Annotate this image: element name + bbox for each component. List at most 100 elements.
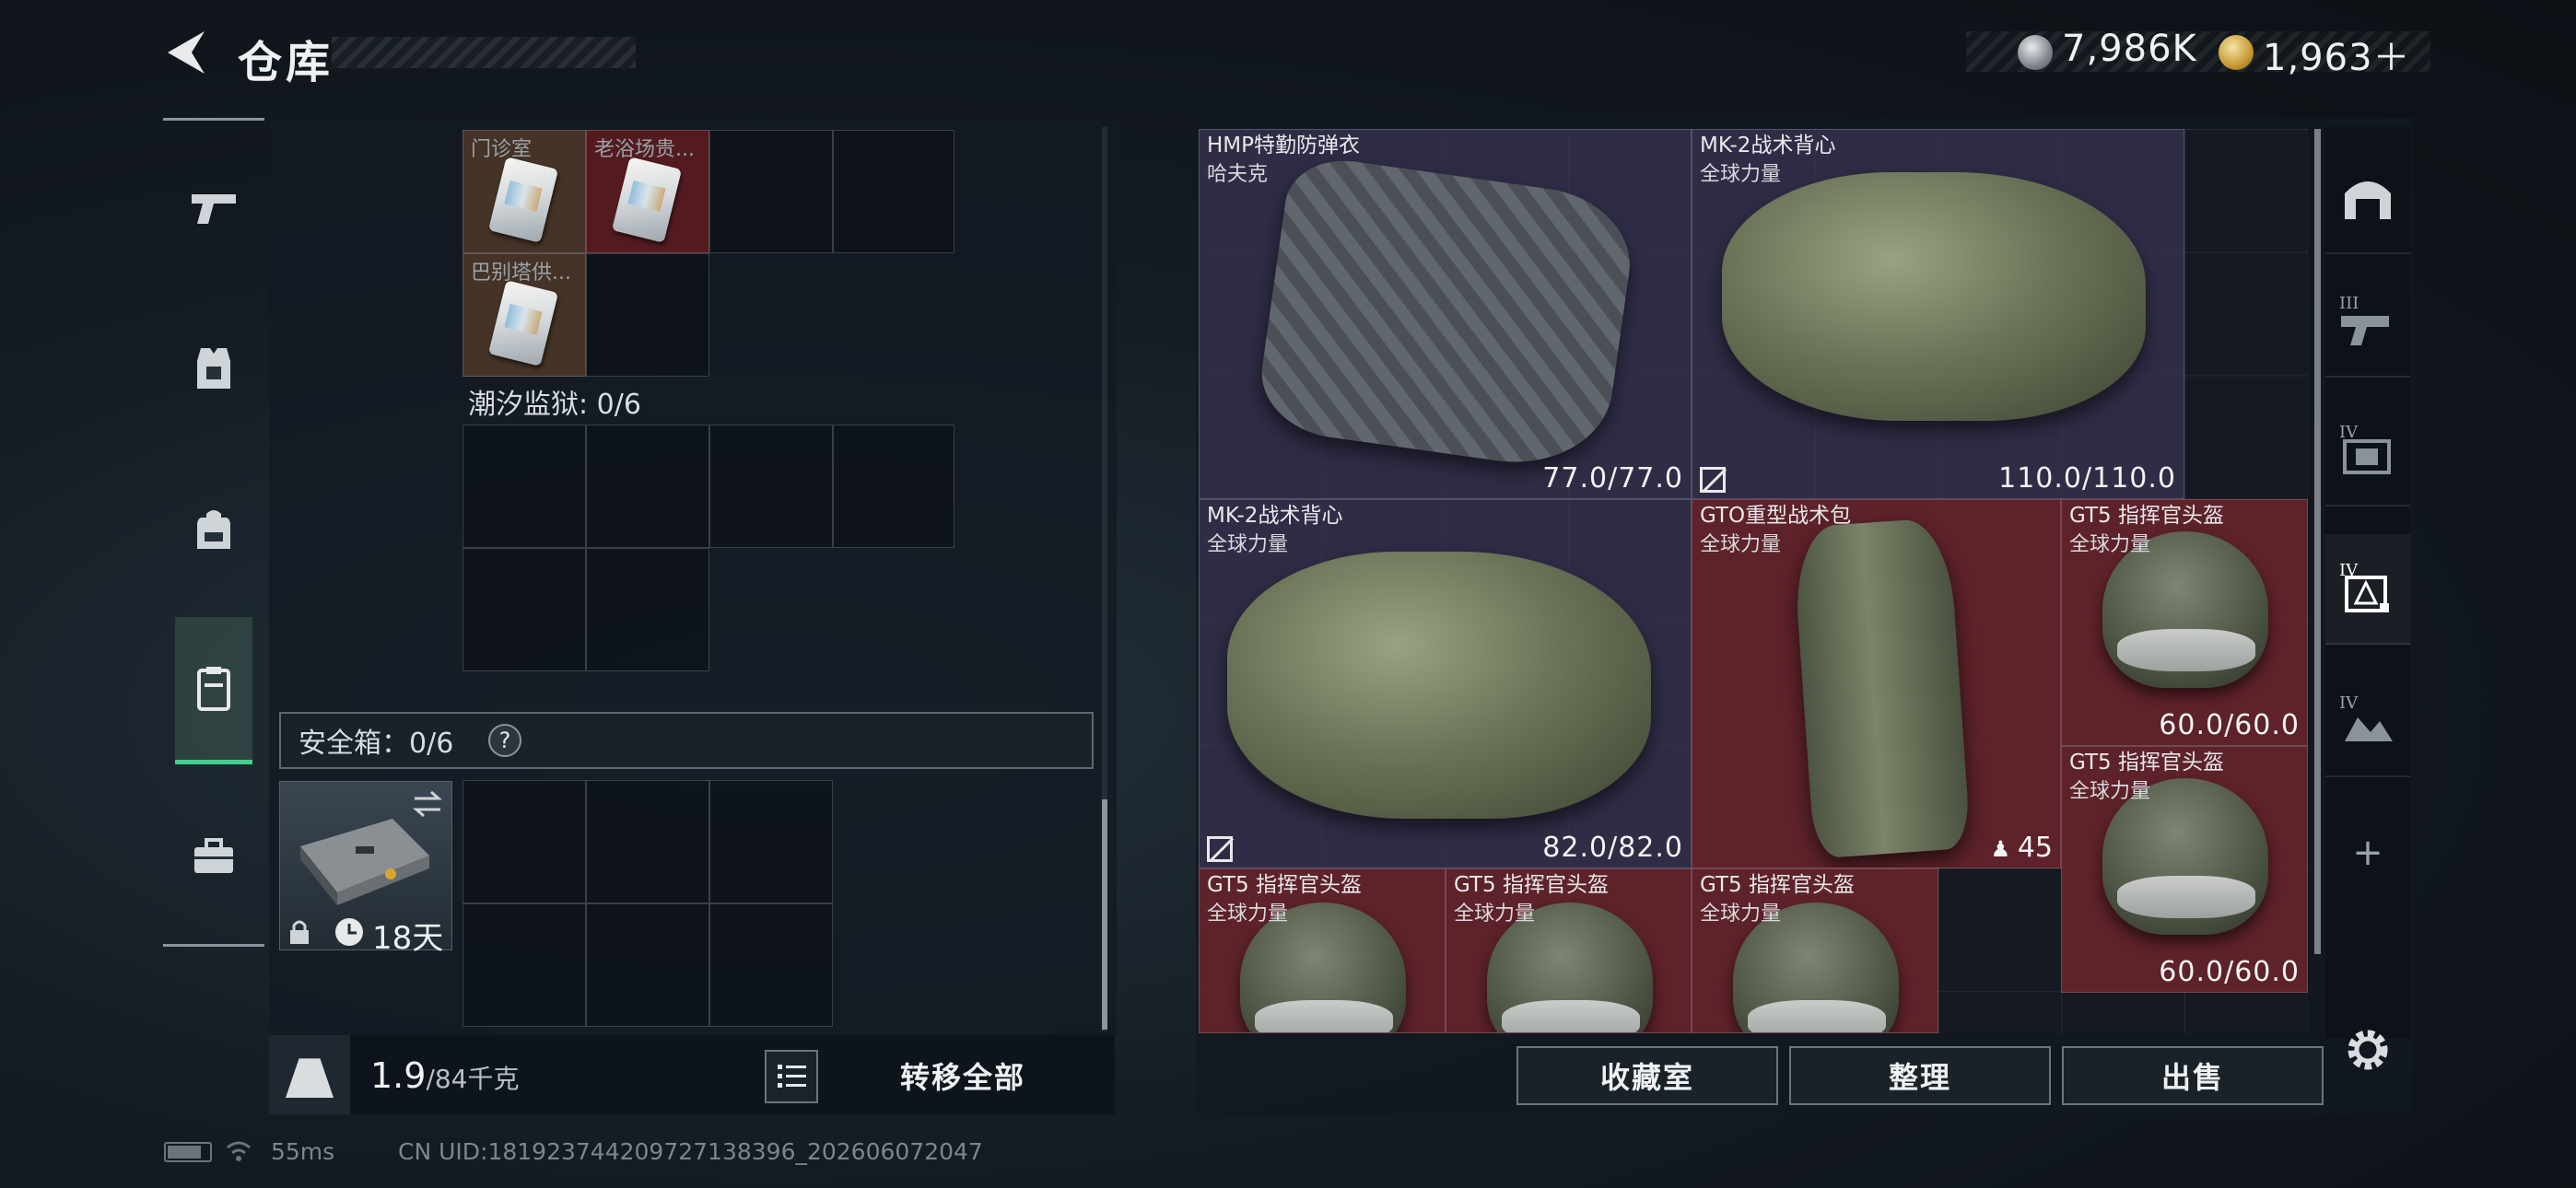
no-stash-icon bbox=[1700, 467, 1726, 493]
empty-slot[interactable] bbox=[709, 903, 833, 1027]
weight-current: 1.9 bbox=[370, 1055, 427, 1096]
keycard-icon bbox=[487, 280, 559, 367]
key-slot[interactable]: 门诊室 bbox=[463, 130, 586, 253]
item-name: GT5 指挥官头盔 bbox=[1454, 873, 1609, 897]
safebox-case-icon bbox=[300, 819, 429, 905]
gold-coin-icon bbox=[2219, 35, 2254, 70]
slot-label: 老浴场贵... bbox=[594, 138, 695, 161]
empty-slot[interactable] bbox=[709, 130, 833, 253]
filter-tier4-container[interactable]: IV bbox=[2325, 396, 2410, 507]
key-slot[interactable]: 老浴场贵... bbox=[586, 130, 709, 253]
helmet-visor bbox=[2117, 876, 2255, 918]
sell-button[interactable]: 出售 bbox=[2062, 1046, 2324, 1105]
slot-label: 门诊室 bbox=[471, 138, 533, 161]
equipment-tier-icon bbox=[2345, 576, 2389, 612]
armory-icon bbox=[2345, 181, 2391, 219]
nav-weapons[interactable] bbox=[175, 157, 252, 258]
safebox-timer: 18天 bbox=[372, 920, 444, 957]
helmet-visor bbox=[1502, 1000, 1640, 1032]
help-button[interactable]: ? bbox=[488, 724, 521, 757]
item-gt5-helmet[interactable]: GT5 指挥官头盔 全球力量 bbox=[1692, 868, 1938, 1033]
list-icon bbox=[778, 1065, 806, 1088]
back-button[interactable] bbox=[164, 28, 208, 77]
settings-button[interactable] bbox=[2342, 1024, 2394, 1076]
vest-image bbox=[1722, 172, 2146, 421]
no-stash-icon bbox=[1207, 836, 1233, 862]
empty-slot[interactable] bbox=[463, 903, 586, 1027]
add-filter-button[interactable]: + bbox=[2325, 798, 2410, 908]
empty-slot[interactable] bbox=[586, 780, 709, 903]
item-brand: 全球力量 bbox=[1454, 903, 1536, 926]
empty-slot[interactable] bbox=[586, 253, 709, 377]
wifi-icon bbox=[227, 1141, 251, 1161]
item-name: GT5 指挥官头盔 bbox=[2069, 751, 2224, 775]
empty-slot[interactable] bbox=[463, 548, 586, 671]
misc-tier-icon bbox=[2345, 717, 2393, 741]
item-brand: 全球力量 bbox=[1700, 533, 1782, 556]
safebox-label: 安全箱：0/6 bbox=[299, 728, 454, 760]
empty-slot[interactable] bbox=[463, 780, 586, 903]
key-slot[interactable]: 巴别塔供... bbox=[463, 253, 586, 377]
left-scrollbar-thumb[interactable] bbox=[1102, 799, 1107, 1030]
item-gt5-helmet[interactable]: GT5 指挥官头盔 全球力量 bbox=[1446, 868, 1692, 1033]
empty-slot[interactable] bbox=[586, 425, 709, 548]
prison-section-label: 潮汐监狱: 0/6 bbox=[468, 389, 641, 421]
filter-tier4-misc[interactable]: IV bbox=[2325, 667, 2410, 777]
filter-tier3-weapon[interactable]: III bbox=[2325, 267, 2410, 378]
gear-icon bbox=[2348, 1030, 2388, 1070]
gun-tier-icon bbox=[2341, 316, 2389, 345]
item-durability: 60.0/60.0 bbox=[2159, 956, 2300, 988]
silver-currency-value: 7,986K bbox=[2062, 28, 2197, 70]
item-name: HMP特勤防弹衣 bbox=[1207, 134, 1361, 157]
vest-image bbox=[1227, 552, 1651, 819]
item-brand: 哈夫克 bbox=[1207, 163, 1269, 186]
item-brand: 全球力量 bbox=[1207, 533, 1289, 556]
item-name: GT5 指挥官头盔 bbox=[1700, 873, 1855, 897]
list-view-button[interactable] bbox=[765, 1050, 818, 1103]
weight-max: /84千克 bbox=[426, 1064, 520, 1094]
right-scrollbar-thumb[interactable] bbox=[2314, 129, 2321, 954]
empty-slot[interactable] bbox=[709, 780, 833, 903]
keycard-icon bbox=[611, 157, 683, 243]
item-durability: 82.0/82.0 bbox=[1542, 832, 1683, 864]
collection-room-button[interactable]: 收藏室 bbox=[1516, 1046, 1778, 1105]
transfer-all-button[interactable]: 转移全部 bbox=[829, 1046, 1096, 1105]
pistol-icon bbox=[192, 194, 236, 224]
nav-vest[interactable] bbox=[175, 318, 252, 419]
ping-value: 55ms bbox=[271, 1138, 335, 1165]
back-arrow-icon bbox=[168, 31, 205, 74]
item-brand: 全球力量 bbox=[1700, 903, 1782, 926]
nav-container[interactable] bbox=[175, 617, 252, 764]
item-mk2-vest[interactable]: MK-2战术背心 全球力量 82.0/82.0 bbox=[1199, 499, 1692, 868]
sort-button[interactable]: 整理 bbox=[1789, 1046, 2051, 1105]
nav-toolbox[interactable] bbox=[175, 806, 252, 907]
swap-icon[interactable] bbox=[411, 789, 444, 819]
empty-slot[interactable] bbox=[586, 548, 709, 671]
item-name: GTO重型战术包 bbox=[1700, 504, 1852, 528]
item-hmp-armor[interactable]: HMP特勤防弹衣 哈夫克 77.0/77.0 bbox=[1199, 129, 1692, 499]
empty-slot[interactable] bbox=[586, 903, 709, 1027]
item-durability: 110.0/110.0 bbox=[1998, 462, 2176, 495]
filter-all[interactable] bbox=[2325, 144, 2410, 254]
item-count: ♟ 45 bbox=[1991, 832, 2053, 864]
empty-slot[interactable] bbox=[833, 425, 954, 548]
item-gt5-helmet[interactable]: GT5 指挥官头盔 全球力量 60.0/60.0 bbox=[2061, 746, 2308, 993]
item-durability: 60.0/60.0 bbox=[2159, 709, 2300, 741]
nav-backpack[interactable] bbox=[175, 479, 252, 580]
item-name: MK-2战术背心 bbox=[1207, 504, 1343, 528]
item-gt5-helmet[interactable]: GT5 指挥官头盔 全球力量 60.0/60.0 bbox=[2061, 499, 2308, 746]
empty-slot[interactable] bbox=[709, 425, 833, 548]
bag-image bbox=[1791, 517, 1972, 859]
page-title: 仓库 bbox=[238, 37, 334, 88]
empty-slot[interactable] bbox=[833, 130, 954, 253]
filter-tier4-equipment-active[interactable]: IV bbox=[2325, 534, 2410, 645]
item-mk2-vest[interactable]: MK-2战术背心 全球力量 110.0/110.0 bbox=[1692, 129, 2184, 499]
item-name: MK-2战术背心 bbox=[1700, 134, 1836, 157]
item-gto-bag[interactable]: GTO重型战术包 全球力量 ♟ 45 bbox=[1692, 499, 2061, 868]
item-gt5-helmet[interactable]: GT5 指挥官头盔 全球力量 bbox=[1199, 868, 1446, 1033]
gold-currency-value[interactable]: 1,963＋ bbox=[2263, 28, 2411, 81]
helmet-visor bbox=[2117, 629, 2255, 671]
battery-icon bbox=[164, 1142, 212, 1162]
empty-slot[interactable] bbox=[463, 425, 586, 548]
safebox-item-slot[interactable]: 18天 bbox=[279, 781, 452, 957]
